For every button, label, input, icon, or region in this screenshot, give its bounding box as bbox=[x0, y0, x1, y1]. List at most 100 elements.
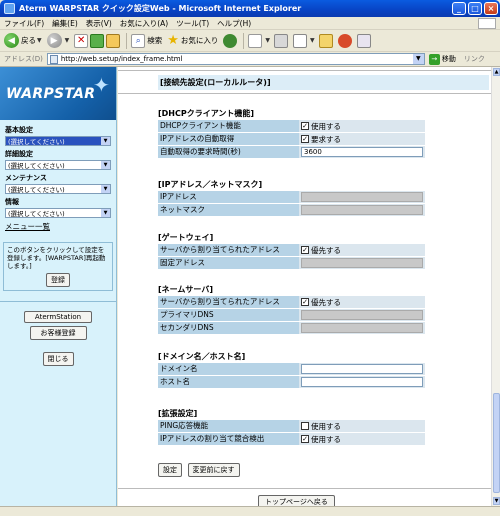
minimize-button[interactable]: _ bbox=[452, 2, 466, 15]
select-value: (選択してください) bbox=[8, 210, 65, 218]
row-label: IPアドレス bbox=[158, 191, 299, 203]
form-buttons: 設定 変更前に戻す bbox=[158, 463, 240, 477]
dhcp-client-checkbox[interactable]: ✓ bbox=[301, 122, 309, 130]
checkbox-label: 使用する bbox=[311, 121, 341, 131]
toolbar-separator bbox=[126, 32, 128, 49]
nav-label-advanced: 詳細設定 bbox=[5, 150, 33, 158]
revert-button[interactable]: 変更前に戻す bbox=[187, 463, 240, 477]
scroll-down-icon[interactable]: ▼ bbox=[493, 497, 500, 505]
chevron-down-icon: ▼ bbox=[101, 161, 110, 169]
folder-icon[interactable] bbox=[318, 33, 333, 48]
ip-mask-section: [IPアドレス／ネットマスク] IPアドレス ネットマスク bbox=[158, 178, 425, 217]
request-time-input[interactable]: 3600 bbox=[301, 147, 423, 157]
dns-server-row: サーバから割り当てられたアドレス ✓ 優先する bbox=[158, 296, 425, 308]
refresh-icon[interactable] bbox=[90, 33, 105, 48]
gateway-prefer-checkbox[interactable]: ✓ bbox=[301, 246, 309, 254]
home-icon[interactable] bbox=[106, 33, 121, 48]
scroll-up-icon[interactable]: ▲ bbox=[493, 68, 500, 76]
search-button[interactable]: ⌕ 検索 bbox=[131, 33, 163, 48]
back-arrow-icon: ◀ bbox=[4, 33, 19, 48]
page-icon bbox=[49, 54, 58, 64]
customer-registration-button[interactable]: お客様登録 bbox=[29, 326, 87, 340]
dns-section: [ネームサーバ] サーバから割り当てられたアドレス ✓ 優先する プライマリDNS… bbox=[158, 283, 425, 335]
basic-settings-select[interactable]: (選択してください) ▼ bbox=[5, 136, 111, 146]
vertical-scrollbar[interactable]: ▲ ▼ bbox=[491, 67, 500, 506]
section-title: [ドメイン名／ホスト名] bbox=[158, 352, 246, 361]
host-input[interactable] bbox=[301, 377, 423, 387]
menu-edit[interactable]: 編集(E) bbox=[52, 18, 78, 29]
domain-input[interactable] bbox=[301, 364, 423, 374]
go-arrow-icon: → bbox=[428, 53, 440, 65]
gateway-fixed-input bbox=[301, 258, 423, 268]
edit-icon[interactable] bbox=[293, 33, 308, 48]
research-icon[interactable] bbox=[356, 33, 371, 48]
maintenance-select[interactable]: (選択してください) ▼ bbox=[5, 184, 111, 194]
nav-groups: 基本設定 (選択してください) ▼ 詳細設定 (選択してください) ▼ メンテナ… bbox=[0, 120, 116, 232]
address-url: http://web.setup/index_frame.html bbox=[60, 55, 183, 63]
menu-tools[interactable]: ツール(T) bbox=[176, 18, 209, 29]
register-button[interactable]: 登録 bbox=[46, 273, 70, 287]
row-label: DHCPクライアント機能 bbox=[158, 120, 299, 132]
search-label: 検索 bbox=[147, 36, 163, 45]
print-icon[interactable] bbox=[274, 33, 289, 48]
conflict-checkbox[interactable]: ✓ bbox=[301, 435, 309, 443]
address-input[interactable]: http://web.setup/index_frame.html ▼ bbox=[46, 53, 425, 65]
nav-label-maintenance: メンテナンス bbox=[5, 174, 47, 182]
toolbar-separator bbox=[243, 32, 245, 49]
checkbox-label: 優先する bbox=[311, 245, 341, 255]
back-button[interactable]: ◀ 戻る ▼ bbox=[4, 33, 42, 48]
windows-logo-icon bbox=[478, 17, 496, 29]
main-content-frame: [接続先設定(ローカルルータ)] [DHCPクライアント機能] DHCPクライア… bbox=[118, 67, 491, 509]
mail-icon[interactable] bbox=[248, 33, 263, 48]
ip-auto-checkbox[interactable]: ✓ bbox=[301, 135, 309, 143]
media-icon[interactable] bbox=[223, 33, 238, 48]
row-label: サーバから割り当てられたアドレス bbox=[158, 296, 299, 308]
messenger-icon[interactable] bbox=[337, 33, 352, 48]
dns-prefer-checkbox[interactable]: ✓ bbox=[301, 298, 309, 306]
close-button[interactable]: 閉じる bbox=[42, 352, 74, 366]
forward-button[interactable]: ▶ ▼ bbox=[46, 33, 69, 48]
divider bbox=[118, 488, 491, 489]
menu-view[interactable]: 表示(V) bbox=[86, 18, 112, 29]
favorites-button[interactable]: ★ お気に入り bbox=[167, 33, 218, 48]
section-title: [ゲートウェイ] bbox=[158, 233, 214, 242]
info-select[interactable]: (選択してください) ▼ bbox=[5, 208, 111, 218]
checkbox-label: 優先する bbox=[311, 297, 341, 307]
atermstation-button[interactable]: AtermStation bbox=[23, 311, 93, 323]
maximize-button[interactable]: □ bbox=[468, 2, 482, 15]
scroll-thumb[interactable] bbox=[493, 393, 500, 493]
set-button[interactable]: 設定 bbox=[158, 463, 182, 477]
row-label: セカンダリDNS bbox=[158, 322, 299, 334]
chevron-down-icon: ▼ bbox=[101, 137, 110, 145]
stop-icon[interactable]: ✕ bbox=[74, 33, 89, 48]
ip-address-input bbox=[301, 192, 423, 202]
close-window-button[interactable]: × bbox=[484, 2, 498, 15]
chevron-down-icon[interactable]: ▼ bbox=[412, 54, 424, 64]
menu-list-link[interactable]: メニュー一覧 bbox=[5, 221, 111, 232]
extended-section: [拡張設定] PING応答機能 使用する IPアドレスの割り当て競合検出 ✓ 使用… bbox=[158, 407, 425, 446]
row-label: 自動取得の要求時間(秒) bbox=[158, 146, 299, 158]
row-label: IPアドレスの自動取得 bbox=[158, 133, 299, 145]
row-label: ホスト名 bbox=[158, 376, 299, 388]
host-row: ホスト名 bbox=[158, 376, 425, 388]
links-button[interactable]: リンク bbox=[464, 54, 485, 64]
ping-checkbox[interactable] bbox=[301, 422, 309, 430]
menu-file[interactable]: ファイル(F) bbox=[4, 18, 44, 29]
chevron-down-icon: ▼ bbox=[101, 185, 110, 193]
go-button[interactable]: → 移動 bbox=[428, 53, 456, 65]
primary-dns-row: プライマリDNS bbox=[158, 309, 425, 321]
menu-favorites[interactable]: お気に入り(A) bbox=[120, 18, 168, 29]
section-title: [IPアドレス／ネットマスク] bbox=[158, 180, 263, 189]
request-time-row: 自動取得の要求時間(秒) 3600 bbox=[158, 146, 425, 158]
row-label: ネットマスク bbox=[158, 204, 299, 216]
checkbox-label: 使用する bbox=[311, 434, 341, 444]
secondary-dns-row: セカンダリDNS bbox=[158, 322, 425, 334]
advanced-settings-select[interactable]: (選択してください) ▼ bbox=[5, 160, 111, 170]
register-note: このボタンをクリックして設定を登録します。[WARPSTAR]再起動します。] bbox=[7, 246, 106, 270]
ip-auto-row: IPアドレスの自動取得 ✓ 要求する bbox=[158, 133, 425, 145]
gateway-server-row: サーバから割り当てられたアドレス ✓ 優先する bbox=[158, 244, 425, 256]
menu-help[interactable]: ヘルプ(H) bbox=[217, 18, 251, 29]
row-label: IPアドレスの割り当て競合検出 bbox=[158, 433, 299, 445]
status-bar bbox=[0, 506, 500, 516]
gateway-section: [ゲートウェイ] サーバから割り当てられたアドレス ✓ 優先する 固定アドレス bbox=[158, 231, 425, 270]
